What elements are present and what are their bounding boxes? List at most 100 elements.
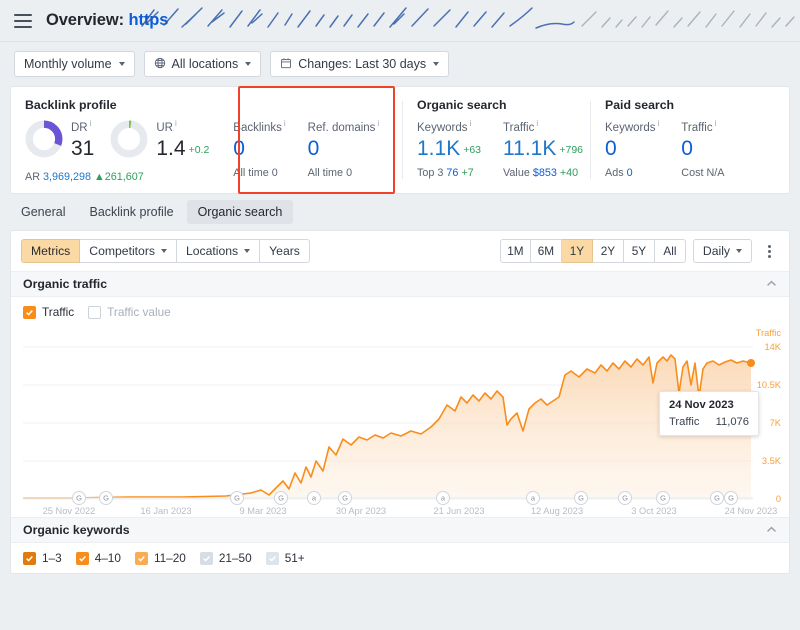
ref-domains-label: Ref. domains <box>307 121 376 134</box>
tab-organic-search[interactable]: Organic search <box>186 200 294 224</box>
info-icon[interactable]: i <box>658 119 660 128</box>
svg-text:G: G <box>76 494 82 503</box>
segment-metrics[interactable]: Metrics <box>21 239 81 263</box>
metric-ur: UR i 1.4 +0.2 <box>110 120 209 161</box>
legend-pos-21-50-label: 21–50 <box>218 551 252 565</box>
metric-segment-group: Metrics Competitors Locations Years <box>21 239 310 263</box>
organic-keywords-value: 1.1K +63 <box>417 137 482 161</box>
ur-value-wrap: 1.4 +0.2 <box>156 137 210 161</box>
page-title-url: https <box>128 11 169 29</box>
calendar-icon <box>280 57 292 72</box>
organic-keywords-title: Organic keywords <box>23 523 130 537</box>
chevron-up-icon[interactable] <box>766 525 777 536</box>
paid-keywords-value: 0 <box>605 137 617 161</box>
info-icon[interactable]: i <box>470 119 472 128</box>
metric-ref-domains: Ref. domains i 0 All time 0 <box>307 119 380 180</box>
organic-traffic-sub-delta: +40 <box>559 167 579 180</box>
tab-general[interactable]: General <box>10 200 76 224</box>
section-tabs: General Backlink profile Organic search <box>0 194 800 230</box>
svg-text:3.5K: 3.5K <box>762 456 782 466</box>
legend-pos-1-3[interactable]: 1–3 <box>23 551 62 565</box>
svg-text:16 Jan 2023: 16 Jan 2023 <box>140 506 191 516</box>
range-5y[interactable]: 5Y <box>623 239 655 263</box>
granularity-select[interactable]: Daily <box>692 239 752 263</box>
ahrefs-site-explorer-overview: Overview: https Monthly volume All locat… <box>0 0 800 630</box>
range-2y[interactable]: 2Y <box>592 239 624 263</box>
chart-y-axis: Traffic 14K 10.5K 7K 3.5K 0 <box>756 328 782 504</box>
info-icon[interactable]: i <box>715 119 717 128</box>
segment-locations[interactable]: Locations <box>176 239 261 263</box>
segment-competitors[interactable]: Competitors <box>80 239 177 263</box>
organic-traffic-section-header: Organic traffic <box>11 271 789 297</box>
legend-pos-51-plus[interactable]: 51+ <box>265 551 305 565</box>
legend-pos-21-50[interactable]: 21–50 <box>199 551 252 565</box>
range-1m[interactable]: 1M <box>499 239 531 263</box>
organic-traffic-legend: Traffic Traffic value <box>11 297 789 327</box>
legend-pos-4-10-label: 4–10 <box>94 551 121 565</box>
info-icon[interactable]: i <box>284 119 286 128</box>
info-icon[interactable]: i <box>536 119 538 128</box>
organic-search-panel: Metrics Competitors Locations Years 1M 6… <box>10 230 790 574</box>
legend-traffic-value[interactable]: Traffic value <box>88 305 171 319</box>
legend-pos-11-20[interactable]: 11–20 <box>134 551 186 565</box>
filter-monthly-volume[interactable]: Monthly volume <box>14 51 135 77</box>
tab-backlink-profile[interactable]: Backlink profile <box>78 200 184 224</box>
organic-traffic-chart[interactable]: Traffic 14K 10.5K 7K 3.5K 0 G G G G a G … <box>11 327 789 517</box>
card-backlink-profile: Backlink profile DR i 31 UR i 1.4 +0.2 B… <box>11 87 403 193</box>
paid-traffic-sub-value: N/A <box>706 167 725 180</box>
checkbox-unchecked-icon <box>88 305 102 319</box>
filter-monthly-volume-label: Monthly volume <box>24 57 112 71</box>
kebab-menu-icon[interactable] <box>759 239 779 263</box>
dr-value: 31 <box>71 137 95 161</box>
svg-text:3 Oct 2023: 3 Oct 2023 <box>631 506 676 516</box>
svg-text:12 Aug 2023: 12 Aug 2023 <box>531 506 583 516</box>
card-organic-search: Organic search Keywords i 1.1K +63 Top 3 7… <box>403 87 591 193</box>
paid-traffic-sub-label: Cost <box>681 167 704 180</box>
ur-label: UR <box>156 121 173 134</box>
organic-traffic-value: 11.1K +796 <box>503 137 583 161</box>
organic-traffic-sub-value: $853 <box>532 167 557 180</box>
legend-traffic-value-label: Traffic value <box>107 305 171 319</box>
svg-text:0: 0 <box>776 494 781 504</box>
segment-years[interactable]: Years <box>260 239 310 263</box>
range-all[interactable]: All <box>654 239 686 263</box>
metric-ar: AR 3,969,298 ▲261,607 <box>25 171 144 183</box>
range-1y[interactable]: 1Y <box>561 239 593 263</box>
metric-paid-keywords: Keywords i 0 Ads 0 <box>605 119 660 180</box>
card-backlink-profile-title: Backlink profile <box>25 98 117 112</box>
checkbox-checked-icon <box>265 551 279 565</box>
checkbox-checked-icon <box>199 551 213 565</box>
legend-pos-4-10[interactable]: 4–10 <box>75 551 121 565</box>
chart-x-axis: 25 Nov 2022 16 Jan 2023 9 Mar 2023 30 Ap… <box>43 506 778 516</box>
tooltip-date: 24 Nov 2023 <box>669 399 734 411</box>
info-icon[interactable]: i <box>377 119 379 128</box>
checkbox-checked-icon <box>23 551 36 565</box>
date-range-group: 1M 6M 1Y 2Y 5Y All <box>499 239 686 263</box>
checkbox-checked-icon <box>134 551 148 565</box>
legend-traffic[interactable]: Traffic <box>23 305 74 319</box>
svg-text:14K: 14K <box>764 342 781 352</box>
svg-text:G: G <box>660 494 666 503</box>
traffic-area-fill <box>23 355 751 498</box>
chart-tooltip: 24 Nov 2023 Traffic 11,076 <box>659 391 759 436</box>
chevron-down-icon <box>736 249 742 253</box>
card-paid-search-title: Paid search <box>605 98 675 112</box>
metric-backlinks: Backlinks i 0 All time 0 <box>233 119 286 180</box>
svg-text:7K: 7K <box>770 418 782 428</box>
svg-text:G: G <box>622 494 628 503</box>
svg-text:G: G <box>278 494 284 503</box>
backlinks-label: Backlinks <box>233 121 282 134</box>
filter-changes-range[interactable]: Changes: Last 30 days <box>270 51 450 77</box>
page-title: Overview: https <box>46 11 168 30</box>
range-6m[interactable]: 6M <box>530 239 562 263</box>
ref-domains-sub-value: 0 <box>346 167 353 180</box>
paid-traffic-label: Traffic <box>681 121 713 134</box>
hamburger-icon[interactable] <box>14 13 32 28</box>
svg-text:9 Mar 2023: 9 Mar 2023 <box>239 506 286 516</box>
organic-traffic-delta: +796 <box>559 144 583 157</box>
filter-all-locations[interactable]: All locations <box>143 51 262 77</box>
chevron-up-icon[interactable] <box>766 279 777 290</box>
info-icon[interactable]: i <box>175 119 177 128</box>
legend-traffic-label: Traffic <box>42 305 75 319</box>
info-icon[interactable]: i <box>90 119 92 128</box>
